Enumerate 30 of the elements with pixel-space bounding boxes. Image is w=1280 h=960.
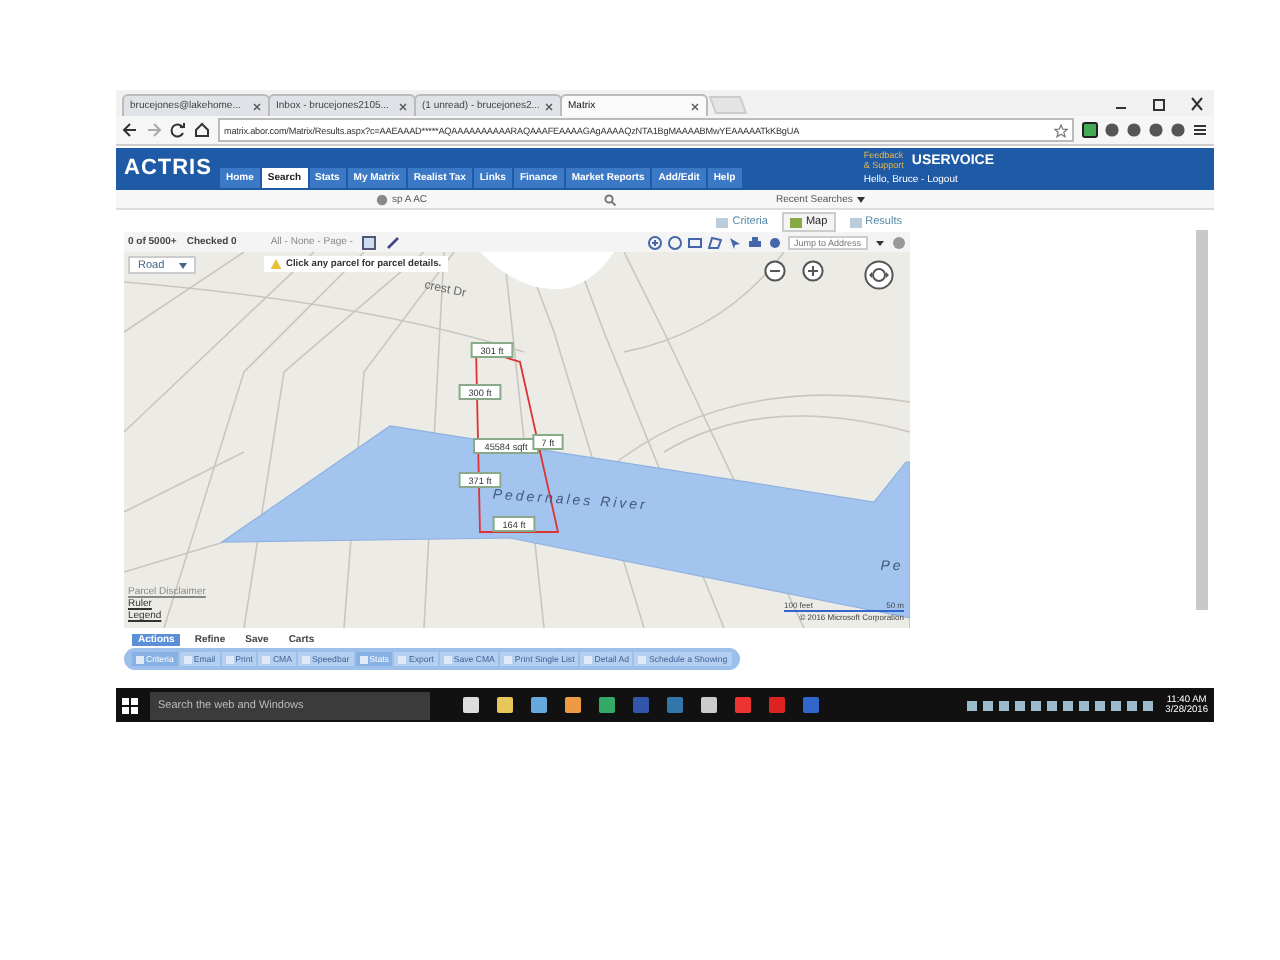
home-icon[interactable] xyxy=(194,122,210,138)
close-icon[interactable] xyxy=(544,101,554,111)
zoom-in-icon[interactable] xyxy=(648,235,662,249)
back-icon[interactable] xyxy=(122,122,138,138)
star-icon[interactable] xyxy=(1054,123,1068,137)
dropdown-icon[interactable] xyxy=(874,235,886,249)
rectangle-icon[interactable] xyxy=(688,235,702,249)
zoom-in-icon[interactable] xyxy=(802,260,824,282)
search-icon[interactable] xyxy=(604,193,616,205)
printer-icon[interactable] xyxy=(748,235,762,249)
pencil-icon[interactable] xyxy=(386,235,401,249)
windows-icon[interactable] xyxy=(122,697,138,713)
circle-icon[interactable] xyxy=(668,235,682,249)
compass-icon[interactable] xyxy=(864,260,894,290)
caret-icon xyxy=(178,261,188,269)
close-icon[interactable] xyxy=(398,101,408,111)
warning-icon xyxy=(270,258,282,270)
close-icon[interactable] xyxy=(690,101,700,111)
polygon-icon[interactable] xyxy=(708,235,722,249)
select-tool-icon[interactable] xyxy=(362,235,377,249)
logo[interactable]: ACTRIS xyxy=(116,156,220,190)
scrollbar[interactable] xyxy=(1196,230,1208,610)
zoom-out-icon[interactable] xyxy=(764,260,786,282)
reload-icon[interactable] xyxy=(170,122,186,138)
close-icon[interactable] xyxy=(252,101,262,111)
close-icon[interactable] xyxy=(1188,95,1206,111)
restore-icon[interactable] xyxy=(1150,95,1168,111)
menu-icon[interactable] xyxy=(1192,122,1208,138)
caret-icon xyxy=(856,195,867,203)
pointer-icon[interactable] xyxy=(728,235,742,249)
